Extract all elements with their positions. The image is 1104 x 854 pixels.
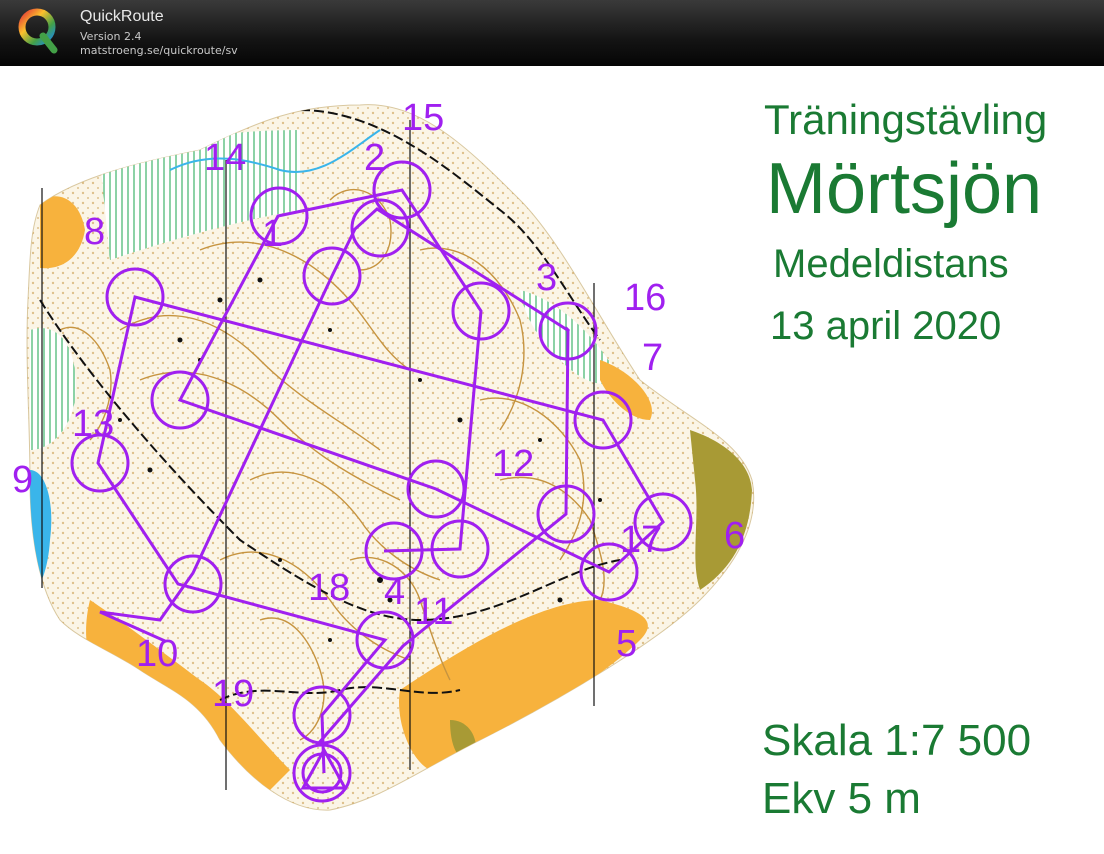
app-titlebar: QuickRoute Version 2.4 matstroeng.se/qui… bbox=[0, 0, 1104, 67]
map-viewport[interactable]: 1 2 3 4 5 6 7 8 9 10 11 12 13 14 15 16 1… bbox=[0, 66, 1104, 854]
control-label: 6 bbox=[724, 515, 745, 557]
control-label: 10 bbox=[136, 633, 178, 675]
control-label: 11 bbox=[414, 591, 453, 633]
control-label: 7 bbox=[642, 337, 663, 379]
control-label: 2 bbox=[364, 137, 385, 179]
event-date: 13 april 2020 bbox=[770, 304, 1002, 348]
app-name: QuickRoute bbox=[80, 8, 164, 25]
control-label: 1 bbox=[262, 213, 283, 255]
event-subtitle: Träningstävling bbox=[764, 96, 1048, 143]
control-label: 15 bbox=[402, 97, 444, 139]
control-label: 8 bbox=[84, 211, 105, 253]
control-label: 13 bbox=[72, 403, 114, 445]
control-label: 12 bbox=[492, 443, 534, 485]
app-version: Version 2.4 bbox=[80, 30, 142, 43]
quickroute-logo-icon bbox=[18, 8, 58, 54]
control-label: 4 bbox=[384, 571, 405, 613]
control-label: 5 bbox=[616, 623, 637, 665]
control-label: 14 bbox=[204, 137, 246, 179]
map-scale: Skala 1:7 500 bbox=[762, 716, 1032, 765]
control-label: 17 bbox=[620, 519, 662, 561]
control-label: 3 bbox=[536, 257, 557, 299]
event-title: Mörtsjön bbox=[766, 149, 1043, 229]
app-url[interactable]: matstroeng.se/quickroute/sv bbox=[80, 44, 238, 57]
contour-interval: Ekv 5 m bbox=[762, 774, 921, 823]
control-label: 16 bbox=[624, 277, 666, 319]
control-label: 9 bbox=[12, 459, 33, 501]
event-type: Medeldistans bbox=[773, 242, 1009, 286]
control-label: 18 bbox=[308, 567, 350, 609]
control-label: 19 bbox=[212, 673, 254, 715]
